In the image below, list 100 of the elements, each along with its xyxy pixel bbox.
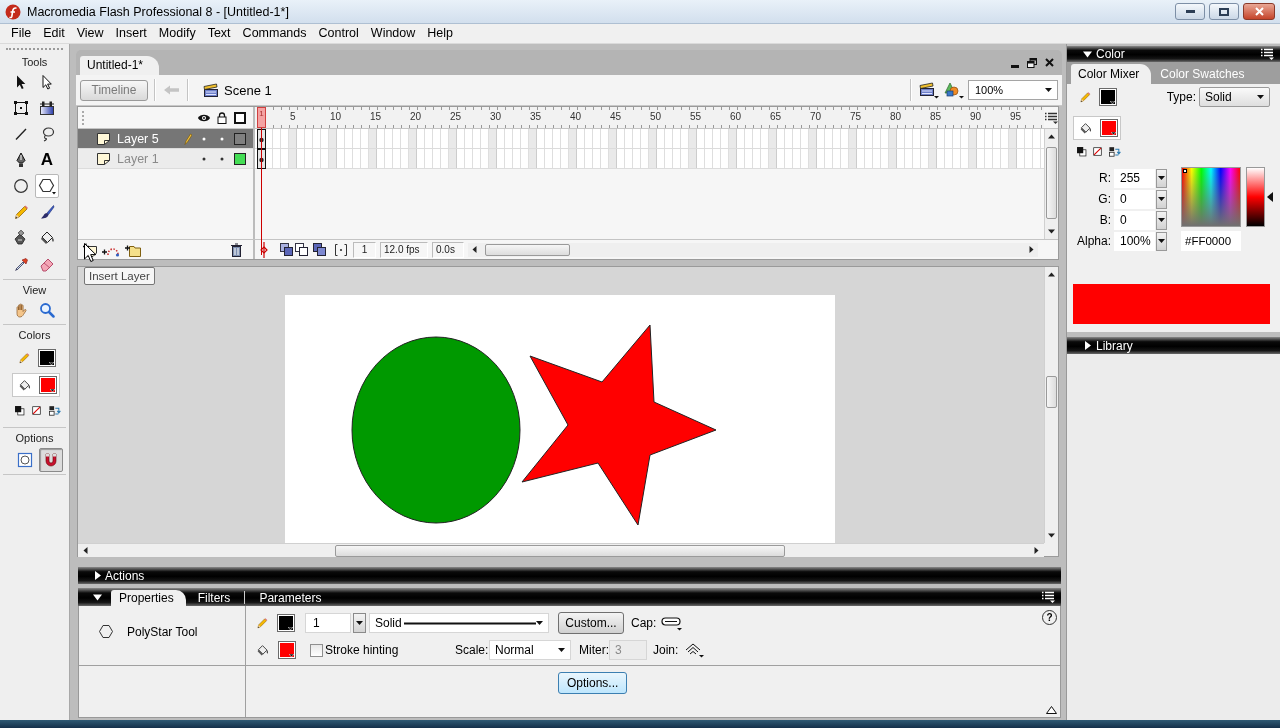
- close-icon[interactable]: [1045, 57, 1054, 67]
- line-diamond-icon[interactable]: [259, 241, 269, 258]
- checkbox[interactable]: [310, 643, 323, 657]
- star-shape[interactable]: [521, 324, 717, 526]
- dot-icon[interactable]: [220, 156, 224, 161]
- overlapping-squares-icon[interactable]: [14, 405, 25, 416]
- menu-item[interactable]: Window: [364, 25, 422, 42]
- options-button[interactable]: Options...: [558, 672, 628, 694]
- disclosure-triangle-icon[interactable]: [1083, 341, 1092, 350]
- layer-row[interactable]: Layer 5: [78, 129, 253, 149]
- chevrons-icon[interactable]: [683, 642, 705, 658]
- outline-color-square[interactable]: [234, 132, 246, 145]
- color-swatch[interactable]: [278, 641, 296, 659]
- restore-icon[interactable]: [1027, 57, 1037, 68]
- right-arrow-icon[interactable]: [1028, 246, 1035, 253]
- disclosure-triangle-icon[interactable]: [1083, 49, 1092, 59]
- shapes-icon[interactable]: [943, 81, 965, 99]
- timeline-button[interactable]: Timeline: [80, 79, 148, 101]
- scrollbar-thumb[interactable]: [1046, 147, 1057, 219]
- hex-field[interactable]: #FF0000: [1181, 231, 1241, 251]
- menu-item[interactable]: File: [5, 25, 38, 42]
- disclosure-triangle-icon[interactable]: [93, 592, 102, 602]
- dot-icon[interactable]: [202, 136, 206, 141]
- panel-tab[interactable]: Color Mixer: [1071, 64, 1152, 84]
- dropdown-button[interactable]: [353, 613, 366, 633]
- color-swatch[interactable]: [38, 349, 56, 367]
- panel-tab[interactable]: Properties: [111, 590, 186, 606]
- custom-button[interactable]: Custom...: [558, 612, 624, 634]
- library-panel-header[interactable]: Library: [1067, 337, 1280, 354]
- color-swatch[interactable]: [1100, 119, 1118, 137]
- down-arrow-icon[interactable]: [1048, 228, 1055, 235]
- menu-item[interactable]: View: [70, 25, 110, 42]
- menu-item[interactable]: Control: [312, 25, 365, 42]
- type-dropdown[interactable]: Solid: [1199, 87, 1270, 107]
- menu-icon[interactable]: [1260, 48, 1274, 60]
- down-arrow-icon[interactable]: [1048, 532, 1055, 539]
- horizontal-scrollbar[interactable]: [78, 543, 1044, 557]
- scrollbar-thumb[interactable]: [335, 544, 785, 557]
- clapperboard-icon[interactable]: [918, 81, 940, 99]
- disclosure-triangle-icon[interactable]: [93, 571, 102, 580]
- panel-tab[interactable]: Filters: [189, 590, 243, 606]
- right-arrow-icon[interactable]: [1033, 547, 1040, 554]
- dropdown-button[interactable]: [1156, 189, 1167, 209]
- lock-icon[interactable]: [217, 111, 227, 124]
- tool-button[interactable]: A: [35, 148, 59, 172]
- color-panel-header[interactable]: Color: [1067, 46, 1280, 62]
- color-swatch[interactable]: [39, 376, 57, 394]
- dropdown-button[interactable]: [1156, 210, 1167, 230]
- document-tab[interactable]: Untitled-1*: [80, 56, 160, 75]
- dropdown-button[interactable]: [1156, 168, 1167, 188]
- brightness-slider[interactable]: [1246, 167, 1273, 227]
- menu-icon[interactable]: [1041, 591, 1055, 603]
- outline-square-icon[interactable]: [234, 111, 246, 124]
- close-button[interactable]: [1243, 3, 1275, 20]
- color-spectrum[interactable]: [1181, 167, 1241, 227]
- option-button[interactable]: [39, 448, 63, 472]
- stacked-squares-icon[interactable]: [280, 243, 293, 256]
- scrollbar-thumb[interactable]: [485, 243, 570, 256]
- slashed-square-icon[interactable]: [31, 405, 42, 416]
- up-triangle-icon[interactable]: [1046, 706, 1057, 714]
- slider-thumb-icon[interactable]: [1267, 192, 1273, 202]
- menu-item[interactable]: Text: [201, 25, 237, 42]
- menu-icon[interactable]: [1044, 111, 1058, 124]
- stroke-style-dropdown[interactable]: Solid: [369, 613, 549, 633]
- actions-panel-header[interactable]: Actions: [78, 567, 1061, 584]
- channel-field[interactable]: 100%: [1114, 231, 1155, 251]
- color-swatch[interactable]: [277, 614, 295, 632]
- color-row[interactable]: [1073, 116, 1121, 140]
- trash-icon[interactable]: [230, 242, 243, 257]
- filled-squares-icon[interactable]: [313, 243, 326, 256]
- outline-color-square[interactable]: [234, 152, 246, 165]
- dot-icon[interactable]: [220, 136, 224, 141]
- swap-icon[interactable]: [1108, 145, 1121, 157]
- dropdown-button[interactable]: [1156, 231, 1167, 251]
- zoom-dropdown[interactable]: 100%: [968, 80, 1058, 100]
- channel-field[interactable]: 0: [1114, 189, 1155, 209]
- color-row[interactable]: [12, 373, 60, 397]
- menu-item[interactable]: Modify: [152, 25, 202, 42]
- slashed-square-icon[interactable]: [1092, 145, 1103, 157]
- swap-icon[interactable]: [48, 405, 61, 416]
- eye-icon[interactable]: [197, 112, 211, 123]
- channel-field[interactable]: 255: [1114, 168, 1155, 188]
- oval-shape[interactable]: [351, 336, 521, 524]
- menu-item[interactable]: Commands: [236, 25, 313, 42]
- capsule-icon[interactable]: [661, 615, 683, 631]
- maximize-button[interactable]: [1209, 3, 1239, 20]
- channel-field[interactable]: 0: [1114, 210, 1155, 230]
- menu-item[interactable]: Edit: [37, 25, 71, 42]
- outlined-squares-icon[interactable]: [295, 243, 308, 256]
- scale-dropdown[interactable]: Normal: [489, 640, 571, 660]
- horizontal-scrollbar[interactable]: [468, 242, 1038, 257]
- dot-icon[interactable]: [202, 156, 206, 161]
- scrollbar-thumb[interactable]: [1046, 376, 1057, 408]
- panel-tab[interactable]: Parameters: [251, 590, 334, 606]
- up-arrow-icon[interactable]: [1048, 271, 1055, 278]
- menu-item[interactable]: Insert: [109, 25, 153, 42]
- vertical-scrollbar[interactable]: [1044, 129, 1058, 239]
- menu-item[interactable]: Help: [421, 25, 459, 42]
- stroke-height-field[interactable]: 1: [305, 613, 351, 633]
- left-arrow-icon[interactable]: [82, 547, 89, 554]
